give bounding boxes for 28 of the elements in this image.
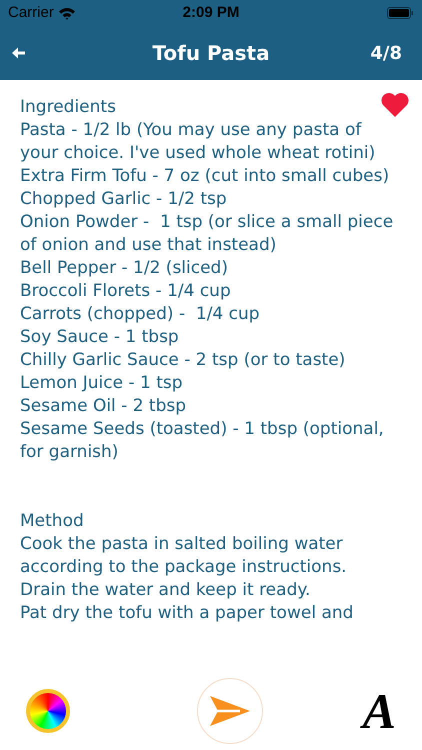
recipe-line: Bell Pepper - 1/2 (sliced) xyxy=(20,257,229,280)
status-time: 2:09 PM xyxy=(182,2,240,23)
recipe-line: Onion Powder - 1 tsp (or slice a small piece of onion and use that instead) xyxy=(20,211,394,257)
carrier-label: Carrier xyxy=(8,2,54,23)
color-wheel-button[interactable] xyxy=(26,689,70,733)
recipe-line: Sesame Oil - 2 tbsp xyxy=(20,395,188,418)
wifi-icon xyxy=(58,6,76,20)
section-heading: Method xyxy=(20,510,84,533)
recipe-line: Extra Firm Tofu - 7 oz (cut into small cubes) xyxy=(20,165,390,188)
recipe-line: Chilly Garlic Sauce - 2 tsp (or to taste) xyxy=(20,349,346,372)
screen-title: Tofu Pasta xyxy=(152,40,270,67)
battery-icon xyxy=(386,7,414,19)
back-arrow-icon xyxy=(12,47,26,59)
recipe-line: Pat dry the tofu with a paper towel and xyxy=(20,602,354,625)
recipe-line: Broccoli Florets - 1/4 cup xyxy=(20,280,232,303)
page-counter: 4/8 xyxy=(370,42,403,66)
recipe-line: Drain the water and keep it ready. xyxy=(20,579,312,602)
recipe-line: Pasta - 1/2 lb (You may use any pasta of your choice. I've used whole wheat rotini) xyxy=(20,119,376,165)
recipe-line: Soy Sauce - 1 tbsp xyxy=(20,326,180,349)
send-icon xyxy=(210,696,250,726)
recipe-line: Carrots (chopped) - 1/4 cup xyxy=(20,303,261,326)
section-heading: Ingredients xyxy=(20,96,116,119)
heart-icon[interactable] xyxy=(380,92,410,118)
recipe-line: Sesame Seeds (toasted) - 1 tbsp (optional, for garnish) xyxy=(20,418,385,464)
font-button[interactable]: A xyxy=(362,686,396,736)
recipe-line: Chopped Garlic - 1/2 tsp xyxy=(20,188,228,211)
recipe-line: Lemon Juice - 1 tsp xyxy=(20,372,184,395)
recipe-line: Cook the pasta in salted boiling water according to the package instructions. xyxy=(20,533,348,579)
